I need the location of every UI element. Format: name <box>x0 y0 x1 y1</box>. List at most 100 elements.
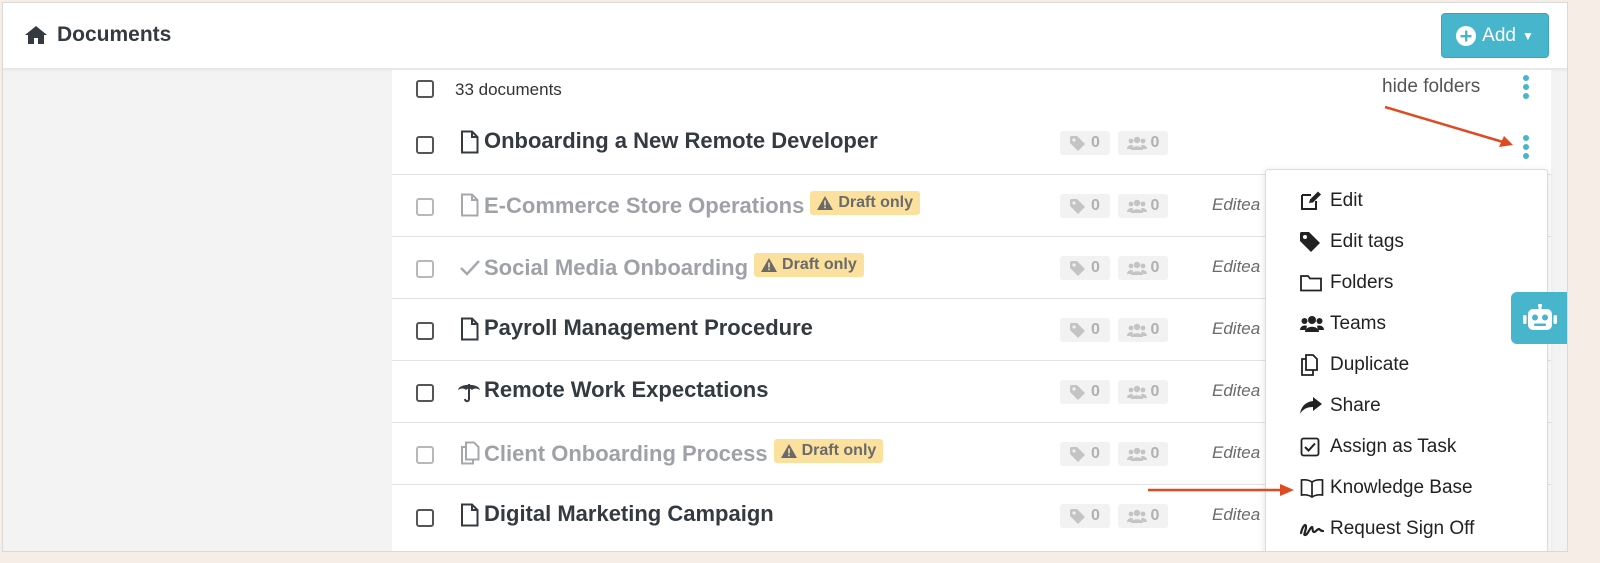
page-title: Documents <box>57 23 172 46</box>
menu-item-assign-as-task[interactable]: Assign as Task <box>1266 426 1547 467</box>
umbrella-icon <box>458 384 480 403</box>
top-bar: Documents Add ▼ <box>3 3 1567 69</box>
tag-count: 0 <box>1060 442 1110 466</box>
robot-icon <box>1523 304 1557 330</box>
tag-count: 0 <box>1060 131 1110 155</box>
edited-info: Editea <box>1212 319 1261 338</box>
check-icon <box>460 260 480 276</box>
tag-icon <box>1070 135 1086 151</box>
menu-item-edit-tags[interactable]: Edit tags <box>1266 221 1547 262</box>
edited-info: Editea <box>1212 381 1261 400</box>
document-title[interactable]: Social Media Onboarding Draft only <box>484 253 864 281</box>
menu-item-edit[interactable]: Edit <box>1266 180 1547 221</box>
row-checkbox[interactable] <box>416 446 434 464</box>
annotation-arrow-to-kebab <box>1384 105 1513 147</box>
chatbot-button[interactable] <box>1511 292 1567 344</box>
tag-icon <box>1070 260 1086 276</box>
document-title[interactable]: Digital Marketing Campaign <box>484 501 774 527</box>
warning-icon <box>817 196 834 210</box>
team-count: 0 <box>1118 131 1168 155</box>
team-count: 0 <box>1118 380 1168 404</box>
row-checkbox[interactable] <box>416 198 434 216</box>
menu-item-folders[interactable]: Folders <box>1266 262 1547 303</box>
copy-icon <box>461 441 480 465</box>
checkbox-icon <box>1300 437 1320 456</box>
add-button-label: Add <box>1482 24 1516 46</box>
team-count: 0 <box>1118 442 1168 466</box>
list-options-kebab-icon[interactable] <box>1521 75 1531 101</box>
tag-icon <box>1070 508 1086 524</box>
tag-count: 0 <box>1060 504 1110 528</box>
page-header: Documents <box>23 23 171 47</box>
edit-icon <box>1301 191 1321 210</box>
users-icon <box>1126 323 1147 337</box>
tag-icon <box>1070 384 1086 400</box>
annotation-arrow-to-knowledge-base <box>1148 484 1294 496</box>
caret-down-icon: ▼ <box>1521 28 1534 43</box>
file-icon <box>461 317 479 341</box>
team-count: 0 <box>1118 318 1168 342</box>
tag-count: 0 <box>1060 256 1110 280</box>
users-icon <box>1126 447 1147 461</box>
row-checkbox[interactable] <box>416 260 434 278</box>
menu-item-teams[interactable]: Teams <box>1266 303 1547 344</box>
add-button[interactable]: Add ▼ <box>1441 13 1549 58</box>
plus-circle-icon <box>1456 25 1477 46</box>
users-icon <box>1126 261 1147 275</box>
file-icon <box>461 130 479 154</box>
book-icon <box>1300 478 1324 498</box>
tag-icon <box>1070 322 1086 338</box>
users-icon <box>1126 136 1147 150</box>
team-count: 0 <box>1118 194 1168 218</box>
tag-icon <box>1070 198 1086 214</box>
users-icon <box>1300 316 1324 332</box>
copy-icon <box>1301 353 1318 376</box>
draft-only-badge: Draft only <box>810 191 920 215</box>
team-count: 0 <box>1118 504 1168 528</box>
tag-icon <box>1300 231 1320 252</box>
team-count: 0 <box>1118 256 1168 280</box>
row-checkbox[interactable] <box>416 136 434 154</box>
edited-info: Editea <box>1212 505 1261 524</box>
users-icon <box>1126 509 1147 523</box>
draft-only-badge: Draft only <box>754 253 864 277</box>
tag-count: 0 <box>1060 194 1110 218</box>
document-count: 33 documents <box>455 80 562 99</box>
warning-icon <box>780 444 797 458</box>
file-icon <box>461 193 479 217</box>
row-checkbox[interactable] <box>416 322 434 340</box>
menu-item-knowledge-base[interactable]: Knowledge Base <box>1266 467 1547 508</box>
menu-item-request-sign-off[interactable]: Request Sign Off <box>1266 508 1547 549</box>
signature-icon <box>1300 523 1324 536</box>
share-icon <box>1300 396 1322 414</box>
list-header: 33 documents hide folders <box>392 70 1551 112</box>
table-row[interactable]: Onboarding a New Remote Developer 0 0 <box>392 112 1551 174</box>
warning-icon <box>761 258 778 272</box>
edited-info: Editea <box>1212 195 1261 214</box>
menu-item-duplicate[interactable]: Duplicate <box>1266 344 1547 385</box>
row-checkbox[interactable] <box>416 384 434 402</box>
row-options-menu: Edit Edit tags Folders Teams Duplicate S… <box>1265 169 1548 551</box>
hide-folders-link[interactable]: hide folders <box>1382 76 1480 98</box>
folder-icon <box>1300 274 1322 291</box>
row-checkbox[interactable] <box>416 509 434 527</box>
document-title[interactable]: Payroll Management Procedure <box>484 315 813 341</box>
document-title[interactable]: Remote Work Expectations <box>484 377 768 403</box>
file-icon <box>461 503 479 527</box>
document-title[interactable]: E-Commerce Store Operations Draft only <box>484 191 920 219</box>
tag-count: 0 <box>1060 380 1110 404</box>
home-icon[interactable] <box>23 24 49 46</box>
select-all-checkbox[interactable] <box>416 80 434 98</box>
edited-info: Editea <box>1212 257 1261 276</box>
edited-info: Editea <box>1212 443 1261 462</box>
draft-only-badge: Draft only <box>773 439 884 463</box>
users-icon <box>1126 385 1147 399</box>
users-icon <box>1126 199 1147 213</box>
tag-count: 0 <box>1060 318 1110 342</box>
app-window: Documents Add ▼ 33 documents hide folder… <box>2 2 1568 552</box>
tag-icon <box>1070 446 1086 462</box>
row-options-kebab-icon[interactable] <box>1521 135 1531 161</box>
document-title[interactable]: Onboarding a New Remote Developer <box>484 128 878 154</box>
document-title[interactable]: Client Onboarding Process Draft only <box>484 439 884 467</box>
menu-item-share[interactable]: Share <box>1266 385 1547 426</box>
